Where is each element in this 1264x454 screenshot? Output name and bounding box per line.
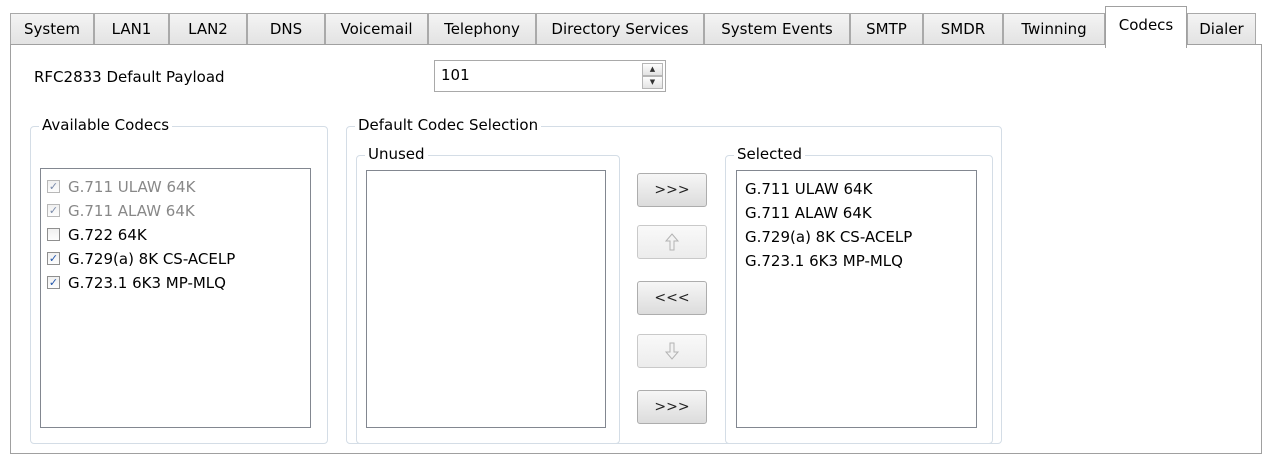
remove-button-label: <<< [654, 290, 690, 306]
tab-label: Dialer [1199, 20, 1244, 38]
move-up-button[interactable] [637, 225, 707, 259]
selected-codecs-list[interactable]: G.711 ULAW 64K G.711 ALAW 64K G.729(a) 8… [736, 170, 977, 428]
codec-label: G.729(a) 8K CS-ACELP [68, 250, 236, 268]
tab-smdr[interactable]: SMDR [923, 13, 1003, 45]
tab-label: System [24, 20, 80, 38]
tab-directory-services[interactable]: Directory Services [536, 13, 704, 45]
tab-label: DNS [269, 20, 303, 38]
list-item[interactable]: G.711 ALAW 64K [745, 201, 872, 225]
codec-label: G.723.1 6K3 MP-MLQ [68, 274, 226, 292]
list-item[interactable]: G.711 ULAW 64K [745, 177, 872, 201]
available-codecs-list[interactable]: ✓ G.711 ULAW 64K ✓ G.711 ALAW 64K G.722 … [40, 168, 311, 428]
codec-label: G.722 64K [68, 226, 147, 244]
tab-codecs[interactable]: Codecs [1105, 6, 1187, 48]
arrow-down-icon [664, 342, 680, 360]
add-all-button-label: >>> [654, 399, 690, 415]
tab-label: Voicemail [340, 20, 413, 38]
payload-value[interactable]: 101 [441, 66, 470, 84]
default-codec-selection-title: Default Codec Selection [355, 116, 542, 134]
tab-dialer[interactable]: Dialer [1187, 13, 1256, 45]
tab-label: LAN2 [188, 20, 228, 38]
tab-dns[interactable]: DNS [247, 13, 325, 45]
checkbox[interactable]: ✓ [47, 252, 60, 265]
add-button-label: >>> [654, 182, 690, 198]
tab-bar: System LAN1 LAN2 DNS Voicemail Telephony… [0, 0, 1264, 50]
remove-codec-button[interactable]: <<< [637, 281, 707, 315]
add-codec-button[interactable]: >>> [637, 173, 707, 207]
unused-title: Unused [365, 145, 428, 163]
add-all-button[interactable]: >>> [637, 390, 707, 424]
codec-label: G.711 ULAW 64K [68, 178, 196, 196]
unused-codecs-list[interactable] [366, 170, 606, 428]
selected-title: Selected [734, 145, 806, 163]
tab-label: SMTP [866, 20, 907, 38]
checkbox: ✓ [47, 180, 60, 193]
arrow-up-icon [664, 233, 680, 251]
available-codecs-title: Available Codecs [39, 116, 173, 134]
tab-lan2[interactable]: LAN2 [169, 13, 247, 45]
tab-voicemail[interactable]: Voicemail [325, 13, 428, 45]
tab-label: Directory Services [551, 20, 689, 38]
tab-smtp[interactable]: SMTP [850, 13, 923, 45]
tab-label: Telephony [444, 20, 520, 38]
tab-lan1[interactable]: LAN1 [94, 13, 169, 45]
checkbox[interactable] [47, 228, 60, 241]
tab-label: LAN1 [111, 20, 152, 38]
list-item[interactable]: G.723.1 6K3 MP-MLQ [745, 249, 903, 273]
tab-telephony[interactable]: Telephony [428, 13, 536, 45]
tab-system[interactable]: System [10, 13, 94, 45]
tab-label: System Events [721, 20, 833, 38]
codec-label: G.711 ALAW 64K [68, 202, 195, 220]
checkbox[interactable]: ✓ [47, 276, 60, 289]
spin-up-icon[interactable]: ▲ [642, 63, 663, 76]
list-item[interactable]: G.729(a) 8K CS-ACELP [745, 225, 912, 249]
spin-down-icon[interactable]: ▼ [642, 76, 663, 89]
tab-twinning[interactable]: Twinning [1003, 13, 1105, 45]
move-down-button[interactable] [637, 334, 707, 368]
tab-label: Codecs [1118, 16, 1174, 34]
payload-label: RFC2833 Default Payload [34, 68, 225, 86]
tab-label: Twinning [1021, 20, 1087, 38]
tab-system-events[interactable]: System Events [704, 13, 850, 45]
tab-label: SMDR [940, 20, 986, 38]
payload-spinbox[interactable]: 101 ▲ ▼ [434, 60, 666, 92]
checkbox: ✓ [47, 204, 60, 217]
